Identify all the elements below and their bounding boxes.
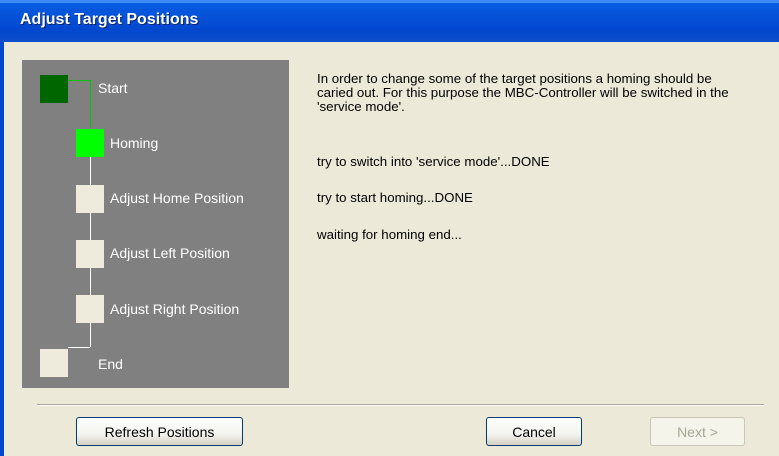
status-content: In order to change some of the target po… (317, 71, 747, 242)
refresh-positions-button[interactable]: Refresh Positions (76, 417, 243, 446)
step-connector (68, 80, 90, 81)
step-indicator-homing (76, 129, 104, 157)
step-label-adjust-right: Adjust Right Position (110, 301, 240, 317)
step-label-end: End (98, 356, 123, 372)
status-line: waiting for homing end... (317, 227, 462, 242)
window-frame (0, 42, 4, 456)
next-button[interactable]: Next > (650, 417, 745, 446)
step-indicator-adjust-home (76, 185, 104, 213)
step-label-adjust-home: Adjust Home Position (110, 190, 244, 206)
step-progress-panel: Start Homing Adjust Home Position Adjust… (22, 60, 289, 388)
step-indicator-adjust-left (76, 240, 104, 268)
status-line: try to switch into 'service mode'...DONE (317, 154, 550, 169)
step-indicator-end (40, 349, 68, 377)
step-label-homing: Homing (110, 135, 159, 151)
dialog-window: Adjust Target Positions Start Homing Adj… (0, 0, 779, 456)
window-title: Adjust Target Positions (20, 11, 199, 28)
step-indicator-start (40, 75, 68, 103)
step-label-adjust-left: Adjust Left Position (110, 245, 230, 261)
step-connector (90, 80, 91, 127)
status-line: try to start homing...DONE (317, 190, 473, 205)
step-connector (68, 347, 90, 348)
step-indicator-adjust-right (76, 295, 104, 323)
step-label-start: Start (98, 80, 128, 96)
separator (37, 404, 764, 406)
intro-text: In order to change some of the target po… (317, 71, 729, 114)
title-bar[interactable]: Adjust Target Positions (0, 0, 779, 42)
cancel-button[interactable]: Cancel (486, 417, 582, 446)
